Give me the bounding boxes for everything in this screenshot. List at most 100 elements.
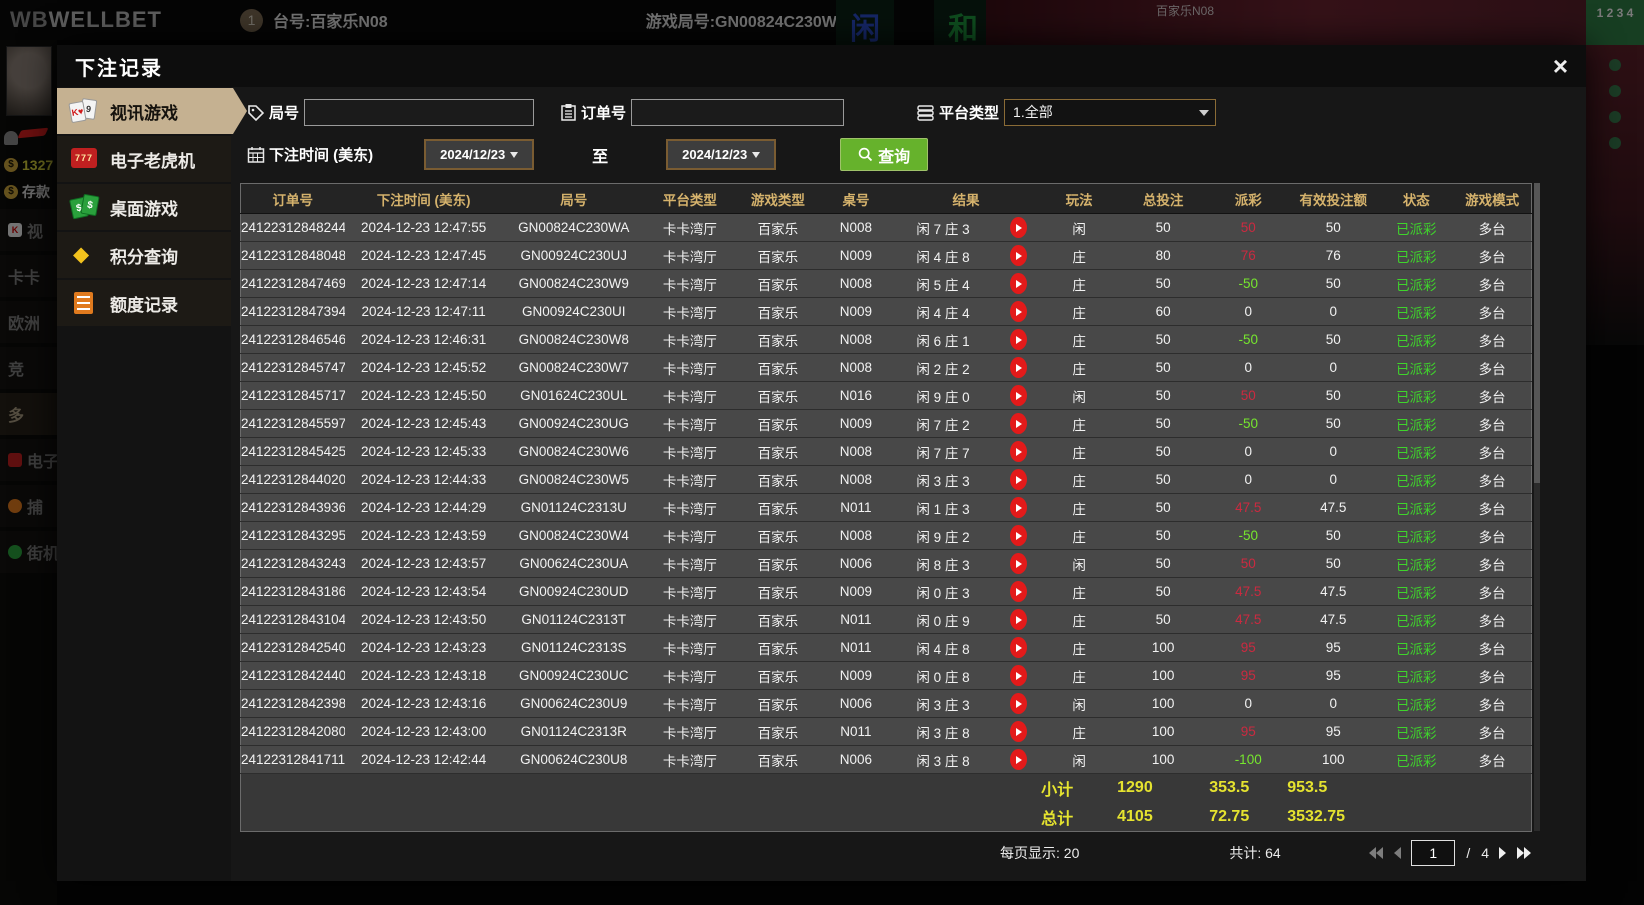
round-id: GN00924C230UJ <box>502 241 645 270</box>
valid-bet-value: 50 <box>1287 549 1380 578</box>
game-type: 百家乐 <box>734 577 821 606</box>
payout-value: 0 <box>1209 353 1288 382</box>
replay-play-icon[interactable] <box>1009 245 1027 266</box>
payout-value: 47.5 <box>1209 493 1288 522</box>
replay-play-icon[interactable] <box>1009 525 1027 546</box>
date-from-picker[interactable]: 2024/12/23 <box>424 139 535 170</box>
replay-cell <box>995 437 1042 466</box>
first-page-icon[interactable] <box>1368 847 1384 859</box>
game-type: 百家乐 <box>734 521 821 550</box>
order-number: 241223128455973 <box>240 409 345 438</box>
result-score: 闲 6 庄 1 <box>890 325 996 354</box>
order-number: 241223128480481 <box>240 241 345 270</box>
col-platform: 平台类型 <box>644 183 735 214</box>
replay-play-icon[interactable] <box>1009 497 1027 518</box>
round-input[interactable] <box>304 99 535 126</box>
game-type: 百家乐 <box>734 633 821 662</box>
tab-points-query[interactable]: ◆ 积分查询 <box>57 232 231 278</box>
bet-time: 2024-12-23 12:43:59 <box>344 521 503 550</box>
payout-value: 0 <box>1209 689 1288 718</box>
current-page-input[interactable]: 1 <box>1411 840 1456 866</box>
tag-icon <box>248 104 265 121</box>
payout-value: -50 <box>1209 521 1288 550</box>
platform-type: 卡卡湾厅 <box>644 661 735 690</box>
status-value: 已派彩 <box>1379 269 1454 298</box>
status-value: 已派彩 <box>1379 633 1454 662</box>
bet-side: 庄 <box>1041 465 1118 494</box>
replay-cell <box>995 297 1042 326</box>
bet-side: 庄 <box>1041 661 1118 690</box>
replay-play-icon[interactable] <box>1009 301 1027 322</box>
platform-select[interactable]: 1.全部 <box>1004 99 1217 126</box>
order-input[interactable] <box>631 99 845 126</box>
tab-label: 视讯游戏 <box>110 103 178 123</box>
bet-side: 庄 <box>1041 493 1118 522</box>
status-value: 已派彩 <box>1379 605 1454 634</box>
replay-cell <box>995 493 1042 522</box>
payout-value: 50 <box>1209 381 1288 410</box>
total-bet-value: 50 <box>1117 465 1210 494</box>
total-bet-value: 50 <box>1117 213 1210 242</box>
replay-play-icon[interactable] <box>1009 413 1027 434</box>
table-row: 241223128423980 2024-12-23 12:43:16 GN00… <box>240 689 1532 718</box>
replay-play-icon[interactable] <box>1009 693 1027 714</box>
bet-time: 2024-12-23 12:45:50 <box>344 381 503 410</box>
replay-play-icon[interactable] <box>1009 385 1027 406</box>
table-number: N006 <box>820 549 891 578</box>
order-number: 241223128432435 <box>240 549 345 578</box>
search-button[interactable]: 查询 <box>840 138 929 171</box>
replay-cell <box>995 269 1042 298</box>
page-separator: / <box>1466 845 1471 861</box>
bet-time: 2024-12-23 12:43:23 <box>344 633 503 662</box>
prev-page-icon[interactable] <box>1393 847 1402 859</box>
replay-play-icon[interactable] <box>1009 469 1027 490</box>
replay-play-icon[interactable] <box>1009 665 1027 686</box>
result-score: 闲 3 庄 3 <box>890 689 996 718</box>
replay-play-icon[interactable] <box>1009 609 1027 630</box>
platform-type: 卡卡湾厅 <box>644 241 735 270</box>
replay-play-icon[interactable] <box>1009 721 1027 742</box>
replay-play-icon[interactable] <box>1009 273 1027 294</box>
total-bet-value: 80 <box>1117 241 1210 270</box>
bet-side: 闲 <box>1041 213 1118 242</box>
replay-play-icon[interactable] <box>1009 637 1027 658</box>
replay-play-icon[interactable] <box>1009 441 1027 462</box>
bet-side: 庄 <box>1041 297 1118 326</box>
replay-play-icon[interactable] <box>1009 581 1027 602</box>
tab-quota-records[interactable]: 额度记录 <box>57 280 231 326</box>
date-to-picker[interactable]: 2024/12/23 <box>666 139 777 170</box>
valid-bet-value: 50 <box>1287 409 1380 438</box>
tab-table-games[interactable]: $ $ 桌面游戏 <box>57 184 231 230</box>
table-row: 241223128425403 2024-12-23 12:43:23 GN01… <box>240 633 1532 662</box>
replay-cell <box>995 549 1042 578</box>
round-id: GN00824C230W8 <box>502 325 645 354</box>
status-value: 已派彩 <box>1379 549 1454 578</box>
tab-video-games[interactable]: 9 K♥ 视讯游戏 <box>57 88 247 134</box>
close-icon[interactable]: × <box>1553 53 1568 79</box>
replay-play-icon[interactable] <box>1009 749 1027 770</box>
replay-play-icon[interactable] <box>1009 553 1027 574</box>
replay-play-icon[interactable] <box>1009 217 1027 238</box>
tab-slots[interactable]: 777 电子老虎机 <box>57 136 231 182</box>
scrollbar[interactable] <box>1534 183 1540 831</box>
game-mode-value: 多台 <box>1453 353 1532 382</box>
next-page-icon[interactable] <box>1498 847 1507 859</box>
valid-bet-value: 95 <box>1287 633 1380 662</box>
green-cards-icon: $ $ <box>69 193 100 221</box>
game-type: 百家乐 <box>734 605 821 634</box>
scrollbar-thumb[interactable] <box>1534 183 1540 483</box>
replay-cell <box>995 689 1042 718</box>
replay-play-icon[interactable] <box>1009 357 1027 378</box>
status-value: 已派彩 <box>1379 437 1454 466</box>
game-type: 百家乐 <box>734 661 821 690</box>
game-mode-value: 多台 <box>1453 605 1532 634</box>
payout-value: 95 <box>1209 633 1288 662</box>
col-result: 结果 <box>890 183 1042 214</box>
last-page-icon[interactable] <box>1516 847 1532 859</box>
bet-side: 庄 <box>1041 437 1118 466</box>
bet-side: 庄 <box>1041 325 1118 354</box>
replay-play-icon[interactable] <box>1009 329 1027 350</box>
total-bet-value: 100 <box>1117 661 1210 690</box>
status-value: 已派彩 <box>1379 577 1454 606</box>
valid-bet-value: 47.5 <box>1287 605 1380 634</box>
